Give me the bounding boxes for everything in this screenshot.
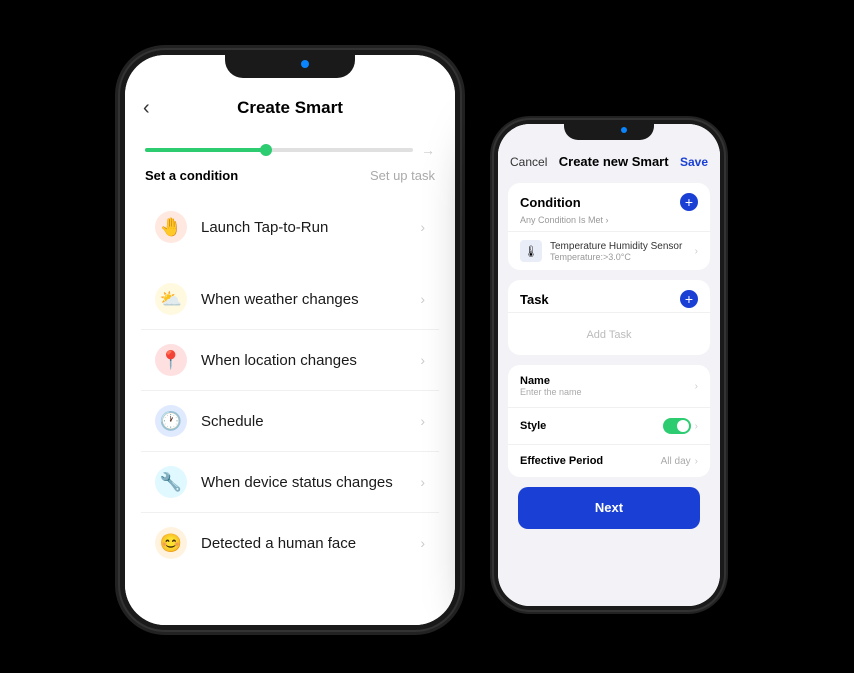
temp-sensor-icon: 🌡 bbox=[520, 240, 542, 262]
add-condition-button[interactable]: + bbox=[680, 193, 698, 211]
step-left-label: Set a condition bbox=[145, 168, 238, 183]
name-row-right: › bbox=[695, 381, 698, 392]
style-row[interactable]: Style › bbox=[508, 408, 710, 445]
add-task-label: Add Task bbox=[586, 329, 631, 341]
back-button[interactable]: ‹ bbox=[143, 97, 150, 120]
page-title: Create Smart bbox=[237, 98, 343, 118]
chevron-icon: › bbox=[420, 291, 425, 307]
device-status-icon: 🔧 bbox=[155, 466, 187, 498]
location-label: When location changes bbox=[201, 352, 420, 369]
style-toggle[interactable] bbox=[663, 418, 691, 434]
menu-item-location[interactable]: 📍 When location changes › bbox=[141, 330, 439, 391]
name-chevron-icon: › bbox=[695, 381, 698, 392]
condition-header: Condition + bbox=[508, 183, 710, 215]
condition-item[interactable]: 🌡 Temperature Humidity Sensor Temperatur… bbox=[508, 231, 710, 270]
tap-to-run-icon: 🤚 bbox=[155, 211, 187, 243]
tap-to-run-card: 🤚 Launch Tap-to-Run › bbox=[141, 197, 439, 257]
menu-item-tap-to-run[interactable]: 🤚 Launch Tap-to-Run › bbox=[141, 197, 439, 257]
device-status-label: When device status changes bbox=[201, 474, 420, 491]
effective-label: Effective Period bbox=[520, 455, 603, 467]
menu-item-weather[interactable]: ⛅ When weather changes › bbox=[141, 269, 439, 330]
style-label: Style bbox=[520, 420, 546, 432]
menu-item-device-status[interactable]: 🔧 When device status changes › bbox=[141, 452, 439, 513]
condition-chevron-icon: › bbox=[695, 246, 698, 257]
notch-left bbox=[225, 50, 355, 78]
chevron-icon: › bbox=[420, 474, 425, 490]
sensor-name: Temperature Humidity Sensor bbox=[550, 241, 695, 252]
form-card: Name Enter the name › Style bbox=[508, 365, 710, 477]
next-button-label: Next bbox=[595, 500, 623, 515]
add-task-area: Add Task bbox=[508, 312, 710, 355]
conditions-card: ⛅ When weather changes › 📍 When location… bbox=[141, 269, 439, 573]
name-label: Name bbox=[520, 375, 582, 387]
chevron-icon: › bbox=[420, 535, 425, 551]
progress-bar: → bbox=[125, 126, 455, 164]
header-right: Cancel Create new Smart Save bbox=[498, 148, 720, 175]
add-task-button[interactable]: + bbox=[680, 290, 698, 308]
chevron-icon: › bbox=[420, 352, 425, 368]
condition-title: Condition bbox=[520, 195, 581, 210]
task-title: Task bbox=[520, 292, 549, 307]
menu-section: 🤚 Launch Tap-to-Run › ⛅ When weather cha… bbox=[125, 193, 455, 625]
name-row[interactable]: Name Enter the name › bbox=[508, 365, 710, 408]
name-field-group: Name Enter the name bbox=[520, 375, 582, 397]
create-smart-title: Create new Smart bbox=[559, 154, 669, 169]
save-button[interactable]: Save bbox=[680, 155, 708, 169]
chevron-icon: › bbox=[420, 219, 425, 235]
effective-row-right: All day › bbox=[661, 456, 698, 467]
phone-left: ‹ Create Smart → Set a condition Set up … bbox=[120, 50, 460, 630]
weather-icon: ⛅ bbox=[155, 283, 187, 315]
schedule-label: Schedule bbox=[201, 413, 420, 430]
next-button[interactable]: Next bbox=[518, 487, 700, 529]
right-content: Condition + Any Condition Is Met › 🌡 Tem… bbox=[498, 175, 720, 606]
progress-arrow-icon: → bbox=[421, 142, 435, 158]
tap-to-run-label: Launch Tap-to-Run bbox=[201, 219, 420, 236]
weather-label: When weather changes bbox=[201, 291, 420, 308]
chevron-icon: › bbox=[420, 413, 425, 429]
task-header: Task + bbox=[508, 280, 710, 312]
task-card: Task + Add Task bbox=[508, 280, 710, 355]
condition-info: Temperature Humidity Sensor Temperature:… bbox=[550, 241, 695, 262]
cancel-button[interactable]: Cancel bbox=[510, 155, 547, 169]
schedule-icon: 🕐 bbox=[155, 405, 187, 437]
sensor-value: Temperature:>3.0°C bbox=[550, 252, 695, 262]
human-face-icon: 😊 bbox=[155, 527, 187, 559]
effective-period-row[interactable]: Effective Period All day › bbox=[508, 445, 710, 477]
condition-subtitle: Any Condition Is Met › bbox=[508, 215, 710, 231]
step-right-label: Set up task bbox=[370, 168, 435, 183]
human-face-label: Detected a human face bbox=[201, 535, 420, 552]
name-placeholder: Enter the name bbox=[520, 387, 582, 397]
steps-labels: Set a condition Set up task bbox=[125, 164, 455, 193]
menu-item-schedule[interactable]: 🕐 Schedule › bbox=[141, 391, 439, 452]
screen-right: Cancel Create new Smart Save Condition +… bbox=[498, 124, 720, 606]
condition-card: Condition + Any Condition Is Met › 🌡 Tem… bbox=[508, 183, 710, 270]
header-left: ‹ Create Smart bbox=[125, 90, 455, 126]
effective-value: All day bbox=[661, 456, 691, 467]
screen-left: ‹ Create Smart → Set a condition Set up … bbox=[125, 55, 455, 625]
style-chevron-icon: › bbox=[695, 421, 698, 432]
phone-right: Cancel Create new Smart Save Condition +… bbox=[494, 120, 724, 610]
location-icon: 📍 bbox=[155, 344, 187, 376]
notch-right bbox=[564, 120, 654, 140]
effective-chevron-icon: › bbox=[695, 456, 698, 467]
style-row-right: › bbox=[663, 418, 698, 434]
menu-item-human-face[interactable]: 😊 Detected a human face › bbox=[141, 513, 439, 573]
